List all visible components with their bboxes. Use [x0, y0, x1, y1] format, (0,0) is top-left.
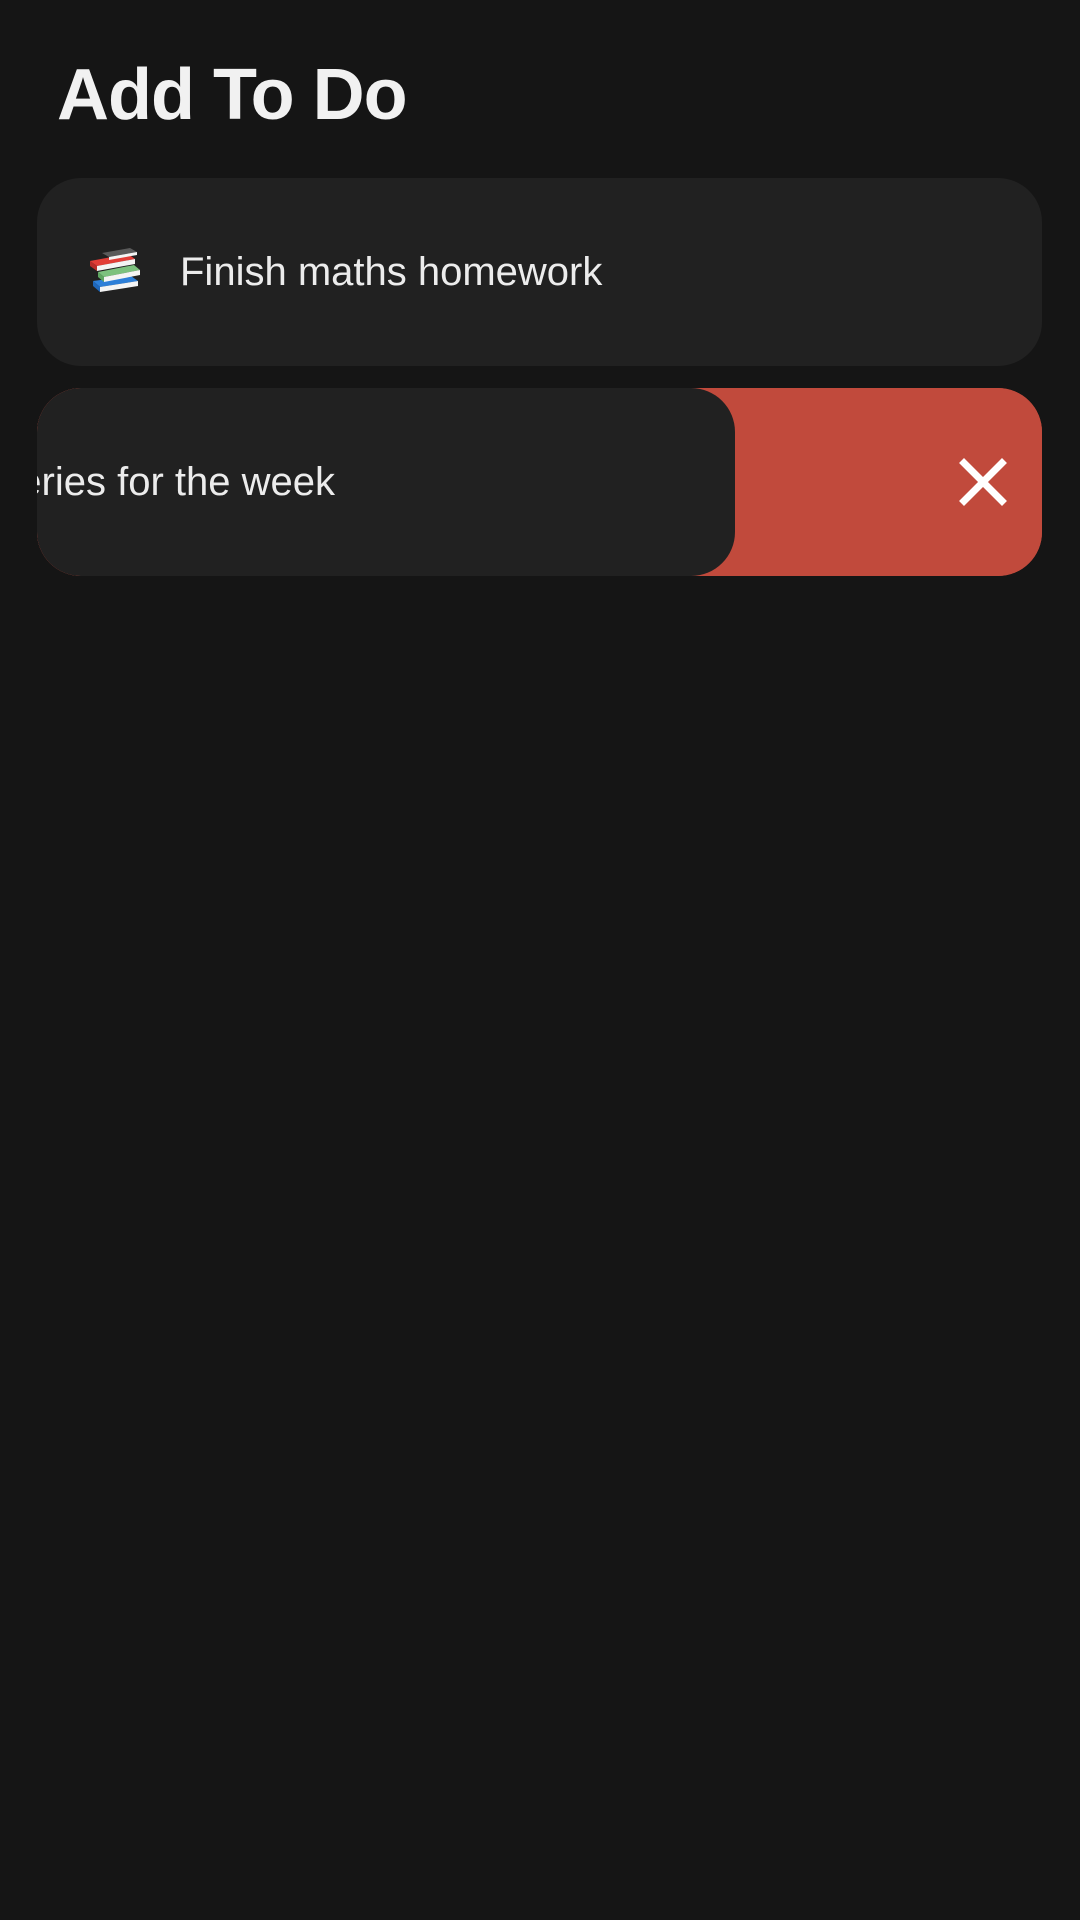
books-emoji-icon — [90, 248, 140, 292]
page-title: Add To Do — [57, 55, 408, 135]
todo-item-finish-maths-homework[interactable]: Finish maths homework — [37, 178, 1042, 366]
close-icon[interactable] — [944, 443, 1022, 521]
swiped-todo-card[interactable]: Buy groceries for the week — [37, 388, 735, 576]
todo-item-label: Finish maths homework — [180, 250, 603, 294]
todo-item-label: Buy groceries for the week — [37, 460, 335, 504]
todo-item-swipe-row[interactable]: Buy groceries for the week — [37, 388, 1042, 576]
todo-screen: Add To Do Finish maths homework ries for… — [0, 0, 1080, 1920]
